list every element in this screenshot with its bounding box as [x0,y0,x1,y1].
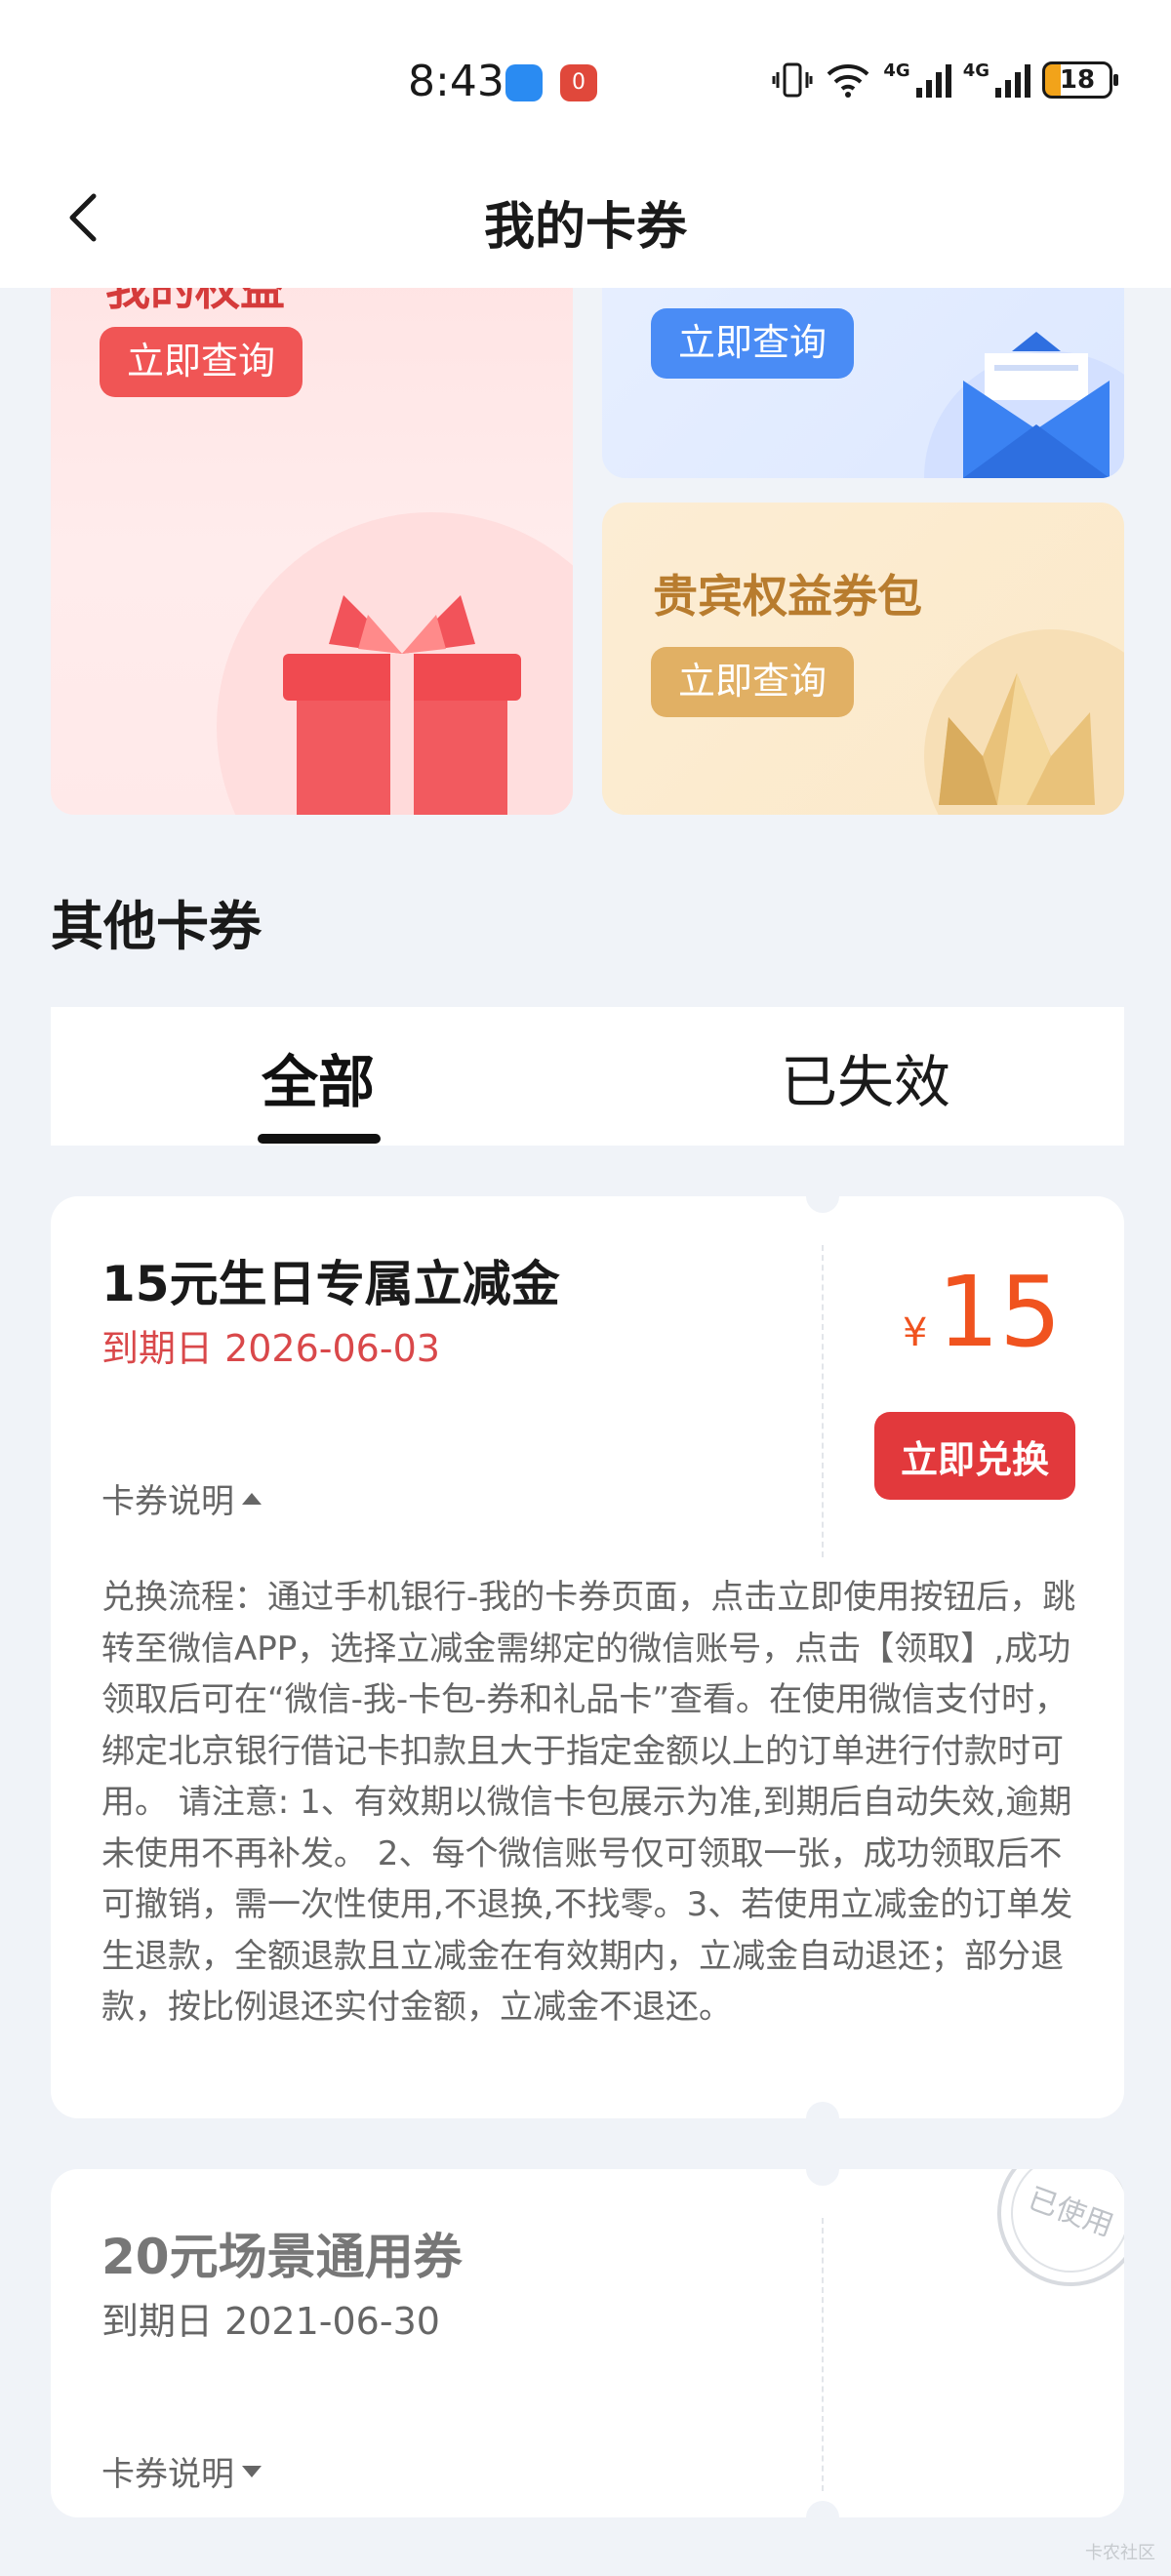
ticket-notch [806,2169,839,2186]
tab-all[interactable]: 全部 [262,1036,375,1118]
watermark: 卡农社区 [1085,2543,1155,2563]
coupon-card: 20元场景通用券 到期日 2021-06-30 已使用 卡券说明 [51,2169,1124,2517]
coupon-amount: 15 [937,1255,1062,1369]
used-stamp: 已使用 [976,2169,1124,2308]
explain-label: 卡券说明 [101,1482,234,1521]
battery-icon: 18 [1042,61,1118,99]
coupon-description: 兑换流程：通过手机银行-我的卡券页面，点击立即使用按钮后，跳转至微信APP，选择… [101,1578,1076,2027]
tab-expired[interactable]: 已失效 [781,1036,950,1118]
wifi-icon [827,64,869,98]
promo-card-title: 贵宾权益券包 [653,570,922,623]
caret-up-icon [242,1492,262,1505]
promo-card-vip-package[interactable]: 贵宾权益券包 立即查询 [602,503,1124,815]
section-title: 其他卡券 [51,896,262,957]
gift-icon [283,595,521,815]
envelope-icon [963,332,1110,478]
page-title: 我的卡券 [483,198,687,257]
crown-icon [939,673,1095,805]
explain-label: 卡券说明 [101,2455,234,2494]
query-button[interactable]: 立即查询 [651,647,855,717]
active-tab-indicator [258,1134,381,1144]
status-time: 8:43 [408,57,505,106]
coupon-card: 15元生日专属立减金 到期日 2026-06-03 ¥15 立即兑换 卡券说明 … [51,1196,1124,2118]
notification-badge-icon: 0 [560,64,597,101]
ticket-notch [806,1196,839,1213]
message-app-icon [505,64,543,101]
signal-icon-2 [995,62,1030,98]
ticket-notch [806,2501,839,2517]
coupon-title: 20元场景通用券 [101,2229,463,2285]
network-type-1: 4G [883,60,910,81]
coupon-explain-toggle[interactable]: 卡券说明 [101,2447,262,2495]
query-button[interactable]: 立即查询 [651,308,855,379]
caret-down-icon [242,2465,262,2477]
coupon-expiry: 到期日 2021-06-30 [101,2300,440,2343]
redeem-button[interactable]: 立即兑换 [874,1412,1075,1500]
coupon-tabs: 全部 已失效 [51,1007,1124,1146]
query-button[interactable]: 立即查询 [100,327,303,397]
status-indicators: 4G 4G 18 [772,60,1118,100]
ticket-notch [806,2102,839,2118]
status-bar: 8:43 0 4G 4G 18 [0,0,1171,166]
coupon-price: ¥15 [903,1255,1062,1369]
coupon-explain-toggle[interactable]: 卡券说明 [101,1474,262,1522]
coupon-expiry: 到期日 2026-06-03 [101,1327,440,1370]
currency-symbol: ¥ [903,1310,928,1355]
network-type-2: 4G [962,60,989,81]
vibrate-icon [772,62,813,98]
ticket-divider [822,2218,824,2491]
promo-card-benefits[interactable]: 我的权益 立即查询 [51,234,573,815]
ticket-divider [822,1245,824,1557]
signal-icon-1 [915,62,951,98]
coupon-title: 15元生日专属立减金 [101,1256,560,1312]
